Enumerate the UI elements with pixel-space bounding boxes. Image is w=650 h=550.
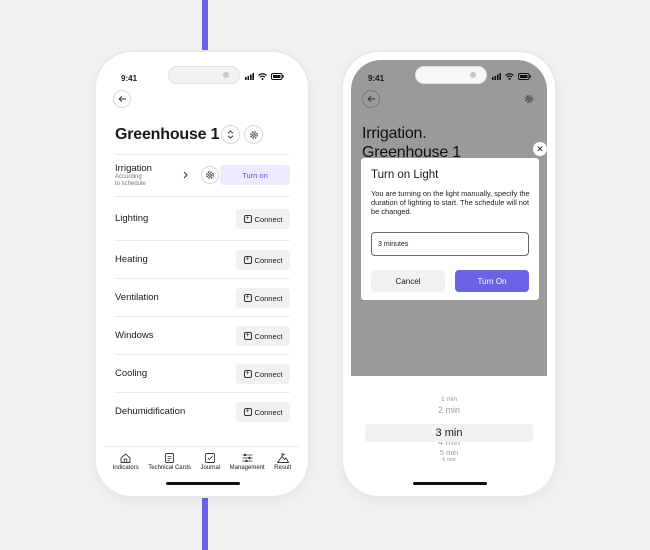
arrow-left-icon [366, 95, 375, 103]
duration-picker[interactable]: 1 min 2 min 3 min 4 min 5 min 6 min [351, 390, 547, 463]
nav-label-technical-cards: Technical Cards [148, 465, 191, 471]
ventilation-connect-button[interactable]: + Connect [236, 288, 290, 308]
heating-row: Heating + Connect [115, 240, 290, 278]
irrigation-turn-on-button[interactable]: Turn on [220, 165, 290, 185]
home-indicator [413, 482, 487, 485]
dynamic-island [415, 66, 487, 84]
plus-icon: + [243, 332, 252, 340]
nav-management[interactable]: Management [230, 447, 265, 480]
bottom-nav: Indicators Technical Cards Journal Manag… [104, 446, 300, 480]
picker-option[interactable]: 5 min [351, 448, 547, 457]
gear-icon[interactable] [524, 94, 534, 104]
signal-icon [245, 73, 254, 80]
lighting-connect-button[interactable]: + Connect [236, 209, 290, 229]
picker-option[interactable]: 6 min [351, 457, 547, 463]
windows-connect-button[interactable]: + Connect [236, 326, 290, 346]
page-title: Irrigation. Greenhouse 1 [362, 125, 462, 161]
phone-left: 9:41 Greenhouse 1 Irrigation According t… [96, 52, 308, 496]
back-button[interactable] [362, 90, 380, 108]
gear-icon [206, 171, 214, 179]
screen-right: 9:41 Irrigation. Greenhouse 1 ✕ Turn on … [351, 60, 547, 488]
picker-selected[interactable]: 3 min [365, 424, 533, 442]
irrigation-label: Irrigation [115, 163, 152, 174]
irrigation-sub-2: to schedule [115, 181, 146, 187]
nav-label-journal: Journal [200, 465, 221, 471]
battery-icon [271, 73, 284, 80]
status-time: 9:41 [368, 74, 385, 83]
nav-technical-cards[interactable]: Technical Cards [148, 447, 191, 480]
windows-row: Windows + Connect [115, 316, 290, 354]
home-indicator [166, 482, 240, 485]
irrigation-sub-1: According [115, 174, 142, 180]
arrow-left-icon [117, 95, 126, 103]
page-title: Greenhouse 1 [115, 126, 220, 143]
row-label-cooling: Cooling [115, 368, 148, 379]
dialog-title: Turn on Light [371, 169, 439, 181]
picker-option[interactable]: 1 min [351, 396, 547, 403]
accent-line-top [202, 0, 208, 52]
mountain-flag-icon [276, 453, 289, 463]
duration-input[interactable]: 3 minutes [371, 232, 529, 256]
nav-label-indicators: Indicators [112, 465, 139, 471]
dim-overlay: 9:41 Irrigation. Greenhouse 1 ✕ Turn on … [351, 60, 547, 376]
settings-button[interactable] [244, 125, 263, 144]
nav-journal[interactable]: Journal [200, 447, 220, 480]
chevron-up-down-icon [227, 130, 234, 139]
picker-option[interactable]: 2 min [351, 405, 547, 415]
nav-result[interactable]: Result [274, 447, 291, 480]
row-label-ventilation: Ventilation [115, 292, 159, 303]
turn-on-light-dialog: Turn on Light You are turning on the lig… [361, 158, 539, 300]
close-dialog-button[interactable]: ✕ [533, 142, 547, 156]
journal-icon [205, 453, 216, 463]
sliders-icon [242, 453, 253, 463]
row-label-dehumidification: Dehumidification [115, 406, 186, 417]
ventilation-row: Ventilation + Connect [115, 278, 290, 316]
cancel-button[interactable]: Cancel [371, 270, 445, 292]
close-icon: ✕ [536, 144, 544, 154]
dynamic-island [168, 66, 240, 84]
irrigation-settings-button[interactable] [201, 166, 219, 184]
signal-icon [492, 73, 501, 80]
status-time: 9:41 [121, 74, 138, 83]
plus-icon: + [243, 215, 252, 223]
nav-indicators[interactable]: Indicators [113, 447, 139, 480]
dehumidification-connect-button[interactable]: + Connect [236, 402, 290, 422]
turn-on-button[interactable]: Turn On [455, 270, 529, 292]
battery-icon [518, 73, 531, 80]
cards-icon [165, 453, 175, 463]
plus-icon: + [243, 370, 252, 378]
chevron-right-icon[interactable] [183, 171, 188, 179]
heating-connect-button[interactable]: + Connect [236, 250, 290, 270]
lighting-row: Lighting + Connect [115, 196, 290, 240]
plus-icon: + [243, 256, 252, 264]
gear-icon [249, 130, 258, 139]
irrigation-row[interactable]: Irrigation According to schedule Turn on [115, 154, 290, 196]
nav-label-result: Result [274, 465, 292, 471]
dehumidification-row: Dehumidification + Connect [115, 392, 290, 430]
row-label-lighting: Lighting [115, 213, 149, 224]
dialog-text: You are turning on the light manually, s… [371, 189, 530, 217]
wifi-icon [505, 73, 514, 80]
nav-label-management: Management [229, 465, 265, 471]
plus-icon: + [243, 294, 252, 302]
wifi-icon [258, 73, 267, 80]
plus-icon: + [243, 408, 252, 416]
cooling-row: Cooling + Connect [115, 354, 290, 392]
home-icon [120, 453, 131, 463]
cooling-connect-button[interactable]: + Connect [236, 364, 290, 384]
greenhouse-switch-button[interactable] [221, 125, 240, 144]
row-label-heating: Heating [115, 254, 148, 265]
back-button[interactable] [113, 90, 131, 108]
screen-left: 9:41 Greenhouse 1 Irrigation According t… [104, 60, 300, 488]
row-label-windows: Windows [115, 330, 154, 341]
accent-line-bottom [202, 496, 208, 550]
phone-right: 9:41 Irrigation. Greenhouse 1 ✕ Turn on … [343, 52, 555, 496]
